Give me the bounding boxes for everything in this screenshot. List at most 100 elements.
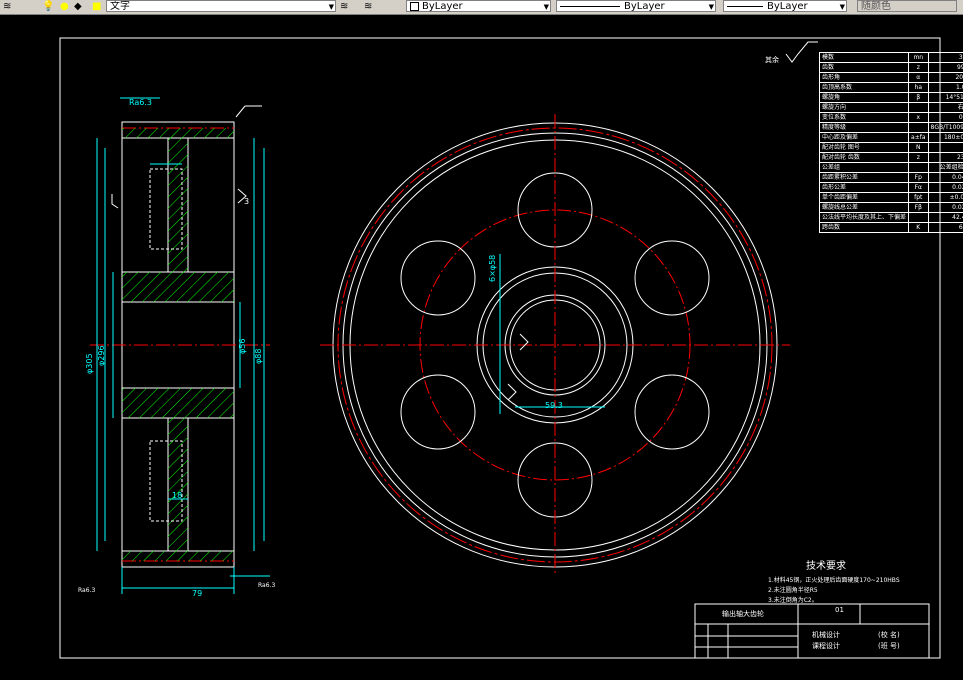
param-row: 公差组 公差组检验项目 <box>818 162 963 173</box>
param-row: 精度等级 8GB/T10095.1-2001 <box>818 122 963 133</box>
web-dim: 18 <box>172 491 183 500</box>
param-sym: mn <box>908 52 929 63</box>
param-name: 公差组 <box>818 162 910 173</box>
drawing-canvas[interactable]: Ra6.3 79 18 φ56 φ88 φ305 φ296 3 Ra6.3 Ra… <box>0 14 963 680</box>
school-name: (校 名) <box>878 631 900 639</box>
holes-dim: 6×φ58 <box>488 254 497 282</box>
param-sym: Fp <box>908 172 929 183</box>
param-row: 螺旋方向 右 <box>818 102 963 113</box>
param-row: 跨齿数 K 6 <box>818 222 963 233</box>
plotstyle-dropdown[interactable]: 随颜色 <box>857 0 957 12</box>
param-sym: Fβ <box>908 202 929 213</box>
param-sym: z <box>908 62 929 73</box>
param-sym <box>908 212 929 223</box>
layers-icon[interactable]: ≋ <box>3 1 11 12</box>
param-row: 齿形角α20° <box>818 72 963 83</box>
lineweight-dropdown[interactable]: ByLayer ▼ <box>723 0 847 12</box>
param-row: 齿距累积公差Fp0.043 <box>818 172 963 183</box>
param-sym: N <box>908 142 929 153</box>
sun-icon[interactable]: ● <box>60 1 69 12</box>
linetype-preview <box>560 5 620 7</box>
param-name: 配对齿轮 齿数 <box>818 152 910 163</box>
ra-label-left: Ra6.3 <box>78 587 96 594</box>
datum-label: Ra6.3 <box>129 98 153 107</box>
param-name: 齿顶高系数 <box>818 82 910 93</box>
param-row: 齿形公差Fα0.022 <box>818 182 963 193</box>
lineweight-dropdown-label: ByLayer <box>767 1 808 12</box>
class-number: (班 号) <box>878 642 900 650</box>
param-sym <box>908 122 929 133</box>
width-dim: 79 <box>192 589 203 598</box>
param-val: 23 <box>927 152 963 163</box>
param-sym <box>908 102 929 113</box>
param-sym: fpt <box>908 192 929 203</box>
param-val: 右 <box>927 102 963 113</box>
param-val: 8GB/T10095.1-2001 <box>927 122 963 133</box>
color-dropdown[interactable]: ByLayer ▼ <box>406 0 551 12</box>
param-sym <box>908 162 929 173</box>
param-row: 齿数 z 99 <box>818 62 963 73</box>
param-name: 螺旋角 <box>818 92 910 103</box>
part-name: 输出轴大齿轮 <box>722 610 764 618</box>
front-view <box>320 114 790 576</box>
param-row: 螺旋角β14°51'35" <box>818 92 963 103</box>
param-sym: ha <box>908 82 929 93</box>
rim-dim: φ296 <box>97 345 106 366</box>
param-val <box>927 142 963 153</box>
param-val: 0 <box>927 112 963 123</box>
layer-make-current-icon[interactable]: ≋ <box>340 1 348 12</box>
param-val: 0.022 <box>927 182 963 193</box>
ra-label-bottom: Ra6.3 <box>258 582 276 589</box>
param-val: 6 <box>927 222 963 233</box>
param-row: 螺旋线总公差Fβ0.024 <box>818 202 963 213</box>
param-name: 单个齿距偏差 <box>818 192 910 203</box>
chevron-down-icon: ▼ <box>543 3 549 11</box>
param-val: 20° <box>927 72 963 83</box>
param-row: 齿顶高系数ha1.0 <box>818 82 963 93</box>
param-name: 螺旋方向 <box>818 102 910 113</box>
tech-req-title: 技术要求 <box>806 561 846 572</box>
tech-req-item: 2.未注圆角半径R5 <box>768 587 818 594</box>
tech-req-list: 1.材料45钢，正火处理后齿面硬度170~210HBS 2.未注圆角半径R5 3… <box>768 576 900 606</box>
param-val: 14°51'35" <box>927 92 963 103</box>
param-sym: z <box>908 152 929 163</box>
param-row: 配对齿轮 齿数 z 23 <box>818 152 963 163</box>
lineweight-preview <box>727 5 763 7</box>
bore-dim: φ88 <box>254 348 263 364</box>
param-val: ±0.012 <box>927 192 963 203</box>
param-name: 配对齿轮 图号 <box>818 142 910 153</box>
lock-icon[interactable]: ◆ <box>74 1 82 12</box>
param-sym: β <box>908 92 929 103</box>
param-sym: Fα <box>908 182 929 193</box>
param-name: 齿距累积公差 <box>818 172 910 183</box>
param-sym: a±fa <box>908 132 929 143</box>
param-val: 42.48 <box>927 212 963 223</box>
chamfer-dim: 3 <box>244 197 250 206</box>
hub-dim: φ56 <box>238 338 247 354</box>
param-row: 变位系数 x 0 <box>818 112 963 123</box>
course-line-1: 机械设计 <box>812 631 840 639</box>
layer-color-icon[interactable]: ■ <box>92 1 101 12</box>
param-val: 180±0.088 <box>927 132 963 143</box>
layer-dropdown[interactable]: 文字 ▼ <box>106 0 336 12</box>
param-name: 变位系数 <box>818 112 910 123</box>
keyway-dim: 59.3 <box>545 401 563 410</box>
chevron-down-icon: ▼ <box>328 3 334 11</box>
param-name: 跨齿数 <box>818 222 910 233</box>
color-dropdown-label: ByLayer <box>422 1 463 12</box>
linetype-dropdown-label: ByLayer <box>624 1 665 12</box>
param-val: 3 <box>927 52 963 63</box>
lightbulb-icon[interactable]: 💡 <box>42 1 54 12</box>
param-name: 螺旋线总公差 <box>818 202 910 213</box>
param-val: 0.043 <box>927 172 963 183</box>
chevron-down-icon: ▼ <box>839 3 845 11</box>
layer-previous-icon[interactable]: ≋ <box>364 1 372 12</box>
linetype-dropdown[interactable]: ByLayer ▼ <box>556 0 716 12</box>
param-name: 齿数 <box>818 62 910 73</box>
param-sym: K <box>908 222 929 233</box>
ra-other-label: 其余 <box>765 56 779 64</box>
scale: 01 <box>835 606 844 614</box>
param-name: 精度等级 <box>818 122 910 133</box>
plotstyle-dropdown-label: 随颜色 <box>861 1 891 12</box>
param-name: 公法线平均长度及其上、下偏差 <box>818 212 910 223</box>
